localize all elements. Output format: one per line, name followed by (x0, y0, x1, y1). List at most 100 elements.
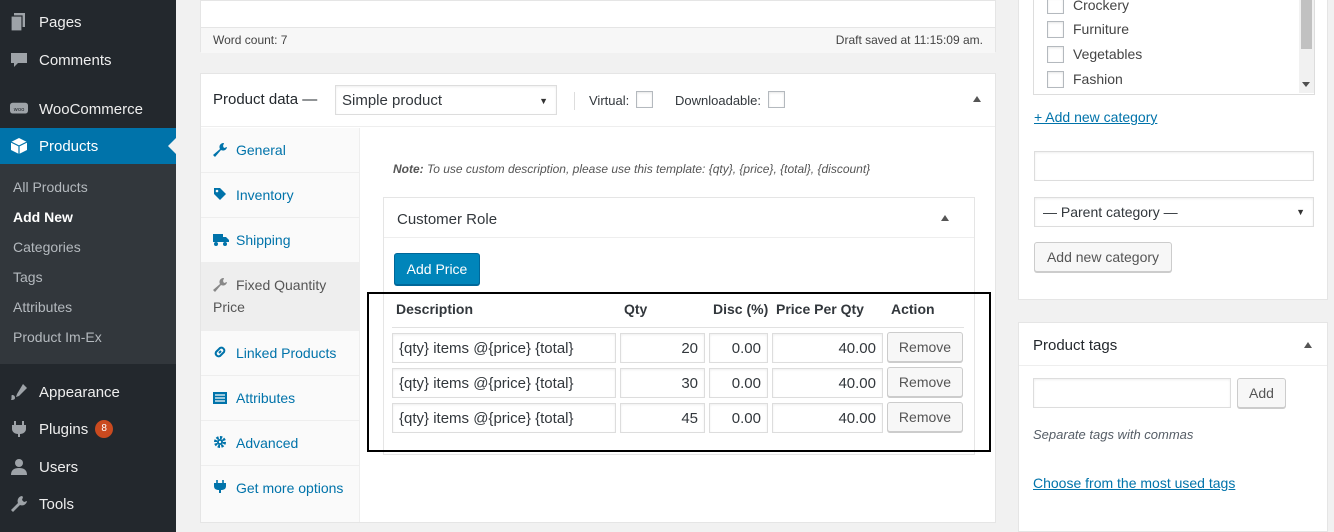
collapse-arrow-icon[interactable] (973, 96, 981, 102)
menu-tools-label: Tools (39, 495, 75, 513)
list-item[interactable]: Furniture (1047, 19, 1129, 39)
tab-attributes-label: Attributes (236, 390, 296, 406)
tab-general[interactable]: General (201, 128, 359, 173)
truck-icon (213, 233, 229, 248)
product-data-tabs: General Inventory Shipping Fixed Quantit… (201, 128, 360, 522)
link-icon (213, 345, 228, 360)
submenu-attributes[interactable]: Attributes (13, 299, 72, 315)
add-new-category-link[interactable]: + Add new category (1034, 109, 1157, 125)
tab-fixed-quantity-label: Fixed Quantity (236, 277, 327, 293)
menu-products[interactable]: Products (0, 128, 176, 164)
category-label: Crockery (1073, 0, 1130, 13)
virtual-checkbox[interactable] (636, 91, 653, 108)
submenu-product-im-ex[interactable]: Product Im-Ex (13, 329, 102, 345)
tab-advanced[interactable]: Advanced (201, 421, 359, 466)
tab-get-more-options-label: Get more options (236, 480, 344, 496)
pages-icon (10, 13, 28, 31)
tab-linked-products[interactable]: Linked Products (201, 331, 359, 376)
admin-sidebar: Pages Comments woo WooCommerce Products … (0, 0, 176, 532)
comments-icon (10, 51, 28, 69)
virtual-label: Virtual: (589, 93, 630, 108)
parent-category-select[interactable]: — Parent category — ▼ (1034, 197, 1314, 227)
select-caret-icon: ▼ (539, 96, 548, 106)
menu-comments[interactable]: Comments (0, 42, 176, 78)
category-checklist: Crockery Furniture Vegetables Fashion (1033, 0, 1315, 95)
category-checkbox[interactable] (1047, 70, 1064, 88)
menu-comments-label: Comments (39, 51, 112, 69)
tab-linked-products-label: Linked Products (236, 345, 337, 361)
category-label: Fashion (1073, 71, 1123, 87)
category-checkbox[interactable] (1047, 0, 1064, 14)
wrench-icon (213, 278, 228, 293)
products-icon (10, 137, 28, 155)
draft-saved-status: Draft saved at 11:15:09 am. (835, 33, 983, 47)
highlight-frame (367, 292, 991, 452)
tab-inventory-label: Inventory (236, 187, 294, 203)
tab-inventory[interactable]: Inventory (201, 173, 359, 218)
customer-role-header[interactable]: Customer Role (384, 198, 974, 238)
list-item[interactable]: Crockery (1047, 0, 1129, 15)
product-tags-header[interactable]: Product tags (1019, 323, 1327, 366)
list-icon (213, 391, 228, 406)
tab-fixed-quantity-label-line2: Price (213, 299, 245, 315)
editor-box: Word count: 7 Draft saved at 11:15:09 am… (200, 0, 996, 53)
word-count: Word count: 7 (213, 33, 288, 47)
header-divider (574, 92, 575, 110)
editor-statusbar: Word count: 7 Draft saved at 11:15:09 am… (201, 27, 995, 53)
menu-plugins[interactable]: Plugins 8 (0, 411, 176, 447)
product-tags-title: Product tags (1033, 337, 1118, 354)
tags-hint: Separate tags with commas (1033, 427, 1194, 442)
product-type-select[interactable]: Simple product ▼ (335, 85, 557, 115)
list-item[interactable]: Fashion (1047, 69, 1123, 89)
wrench-icon (213, 143, 228, 158)
list-item[interactable]: Vegetables (1047, 44, 1142, 64)
add-tag-button[interactable]: Add (1237, 378, 1286, 408)
category-checkbox[interactable] (1047, 45, 1064, 63)
parent-category-value: — Parent category — (1043, 204, 1178, 220)
tab-shipping-label: Shipping (236, 232, 291, 248)
menu-users[interactable]: Users (0, 449, 176, 485)
category-checkbox[interactable] (1047, 20, 1064, 38)
menu-plugins-label: Plugins (39, 420, 89, 438)
product-data-header: Product data — Simple product ▼ Virtual:… (201, 74, 995, 127)
tab-attributes[interactable]: Attributes (201, 376, 359, 421)
product-type-value: Simple product (342, 92, 443, 109)
downloadable-label: Downloadable: (675, 93, 762, 108)
submenu-all-products[interactable]: All Products (13, 179, 88, 195)
add-price-button[interactable]: Add Price (394, 253, 480, 285)
menu-woocommerce[interactable]: woo WooCommerce (0, 91, 176, 127)
submenu-categories[interactable]: Categories (13, 239, 81, 255)
new-category-input[interactable] (1034, 151, 1314, 181)
note-text: To use custom description, please use th… (427, 162, 871, 176)
choose-most-used-tags-link[interactable]: Choose from the most used tags (1033, 475, 1235, 491)
menu-pages[interactable]: Pages (0, 4, 176, 40)
tools-icon (10, 495, 28, 513)
collapse-arrow-icon[interactable] (941, 215, 949, 221)
menu-pages-label: Pages (39, 13, 82, 31)
woocommerce-icon: woo (10, 100, 28, 118)
product-tags-box: Product tags Add Separate tags with comm… (1018, 322, 1328, 532)
tag-icon (213, 187, 228, 202)
menu-appearance-label: Appearance (39, 383, 120, 401)
downloadable-checkbox[interactable] (768, 91, 785, 108)
scroll-down-arrow-icon[interactable] (1302, 82, 1310, 87)
submenu-tags[interactable]: Tags (13, 269, 43, 285)
product-categories-box: Crockery Furniture Vegetables Fashion + … (1018, 0, 1328, 300)
menu-products-label: Products (39, 137, 99, 155)
tab-get-more-options[interactable]: Get more options (201, 466, 359, 511)
tab-advanced-label: Advanced (236, 435, 299, 451)
product-data-title: Product data — (213, 91, 318, 108)
tab-shipping[interactable]: Shipping (201, 218, 359, 263)
submenu-add-new[interactable]: Add New (13, 209, 73, 225)
menu-appearance[interactable]: Appearance (0, 374, 176, 410)
category-scrollbar[interactable] (1299, 0, 1314, 93)
plugins-icon (10, 420, 28, 438)
menu-woocommerce-label: WooCommerce (39, 100, 143, 118)
template-note: Note: To use custom description, please … (393, 162, 870, 176)
add-new-category-button[interactable]: Add new category (1034, 242, 1172, 272)
tab-fixed-quantity-price[interactable]: Fixed Quantity Price (201, 263, 359, 331)
menu-tools[interactable]: Tools (0, 486, 176, 522)
scrollbar-thumb[interactable] (1301, 0, 1312, 49)
tag-input[interactable] (1033, 378, 1231, 408)
collapse-arrow-icon[interactable] (1304, 342, 1312, 348)
